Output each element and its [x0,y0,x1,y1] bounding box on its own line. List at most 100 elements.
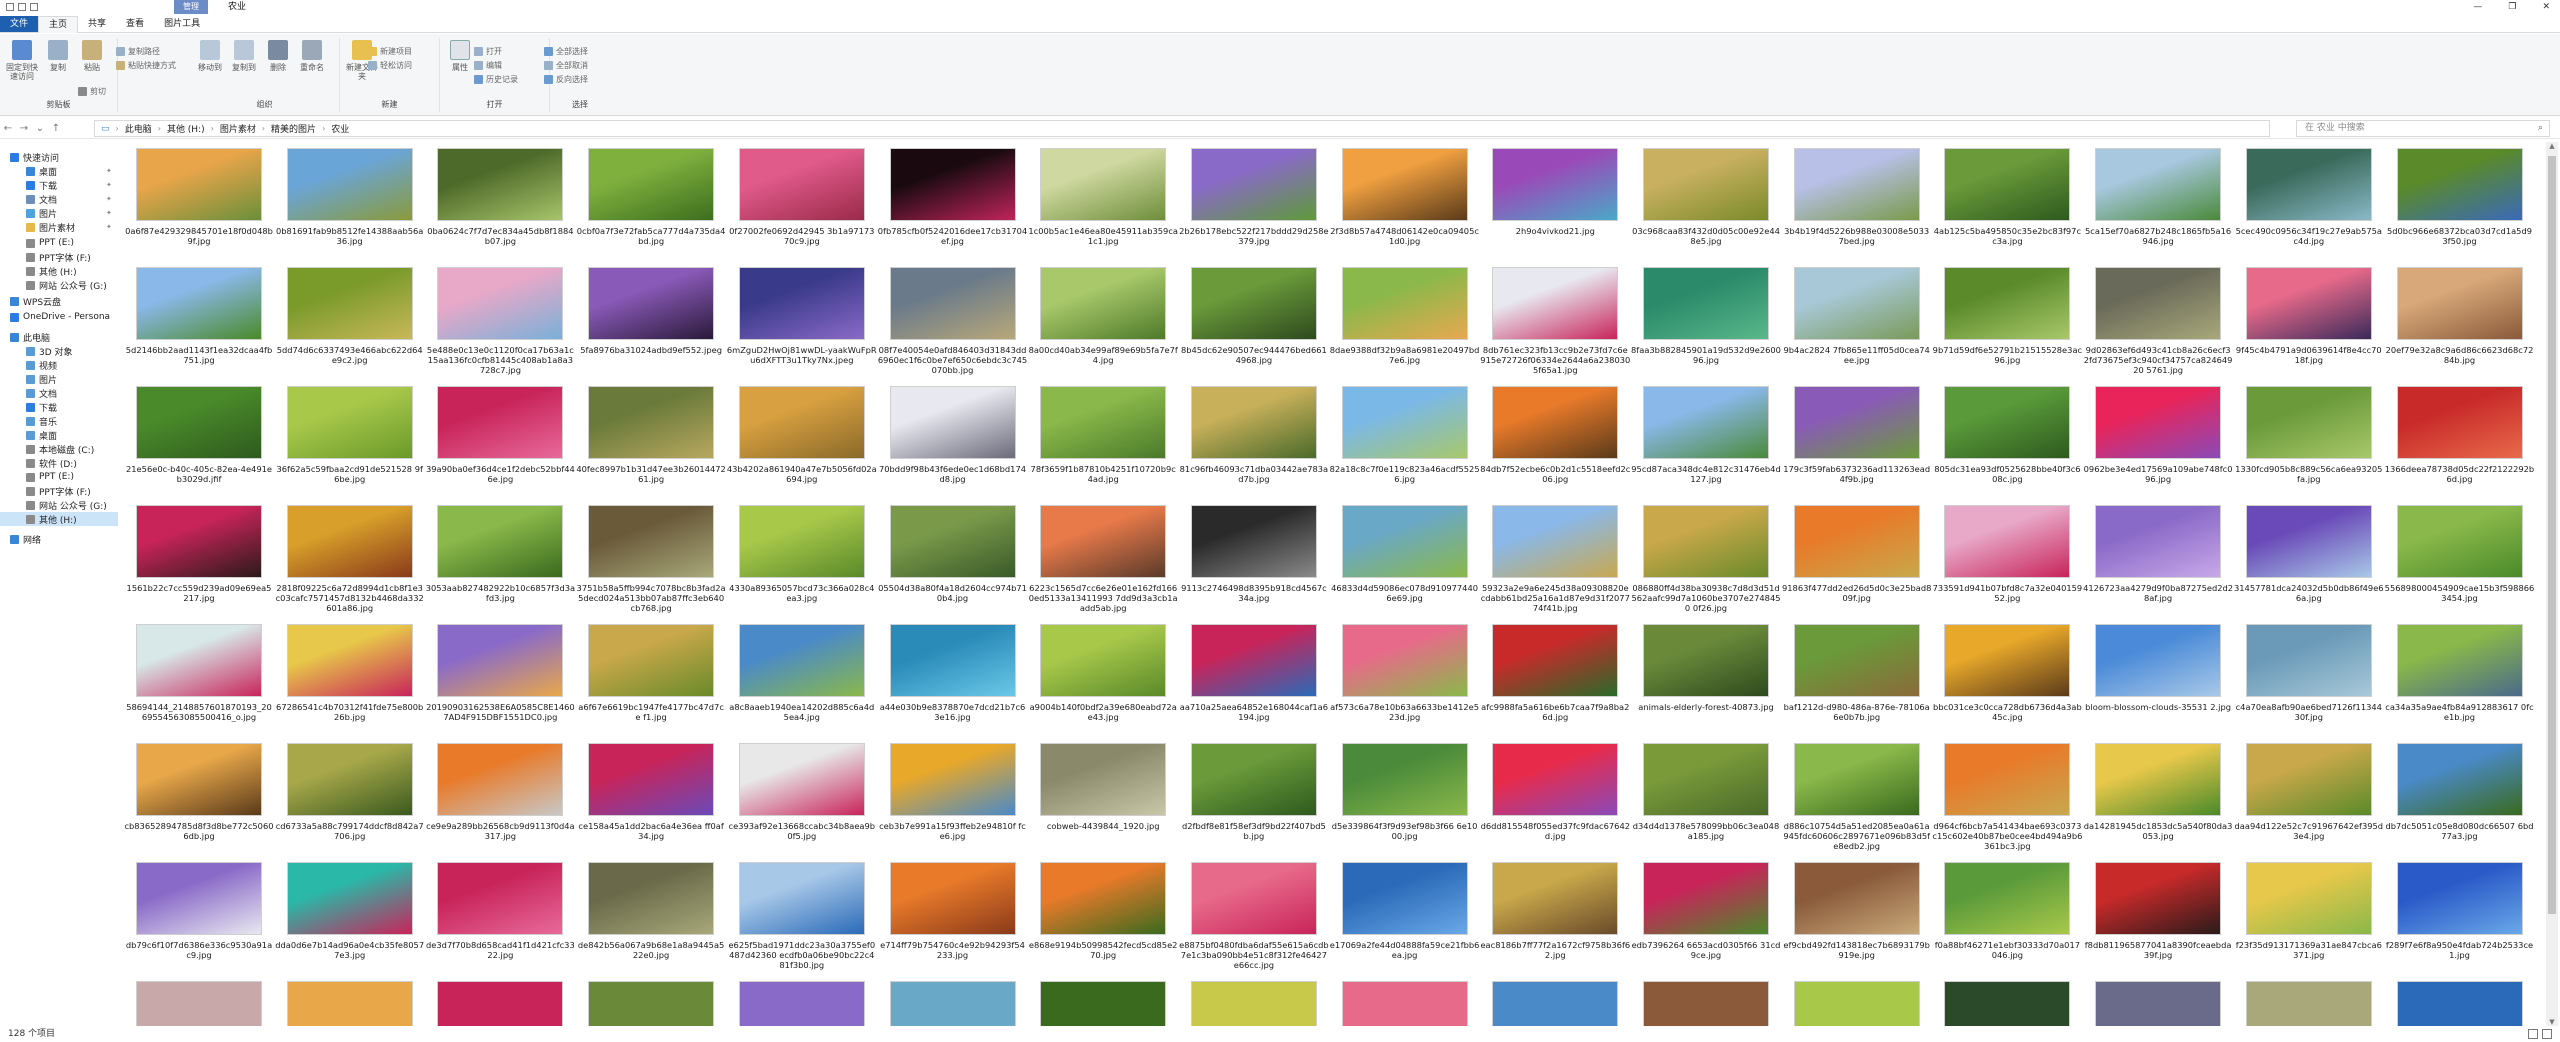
image-preview[interactable] [2245,624,2372,697]
image-preview[interactable] [136,148,262,221]
image-preview[interactable] [1643,505,1769,578]
image-preview[interactable] [889,505,1016,578]
image-preview[interactable] [1492,386,1619,459]
pin-icon[interactable]: ✦ [106,209,112,217]
image-preview[interactable] [1190,743,1317,816]
nav-item[interactable]: 视频 [0,358,57,372]
image-preview[interactable] [286,148,413,221]
image-preview[interactable] [136,743,262,816]
image-preview[interactable] [738,505,865,578]
image-preview[interactable] [2245,981,2372,1026]
image-preview[interactable] [1944,624,2071,697]
image-preview[interactable] [1040,862,1167,935]
image-preview[interactable] [2095,981,2222,1026]
search-icon[interactable]: ⌕ [2538,121,2543,136]
image-preview[interactable] [1643,267,1769,340]
image-preview[interactable] [738,862,865,935]
image-preview[interactable] [738,624,865,697]
select-none-button[interactable]: 全部取消 [544,60,588,71]
image-preview[interactable] [2245,386,2372,459]
image-preview[interactable] [136,505,262,578]
image-preview[interactable] [2095,505,2222,578]
image-preview[interactable] [437,981,564,1026]
image-preview[interactable] [1040,386,1167,459]
details-view-icon[interactable] [2528,1029,2538,1039]
image-preview[interactable] [1643,862,1769,935]
image-preview[interactable] [1492,505,1619,578]
image-preview[interactable] [588,624,715,697]
breadcrumb-item[interactable]: 图片素材 [220,122,256,135]
image-preview[interactable] [588,505,715,578]
nav-item[interactable]: 3D 对象 [0,344,73,358]
image-preview[interactable] [1793,624,1920,697]
easy-access-button[interactable]: 轻松访问 [368,60,412,71]
breadcrumb-item[interactable]: 精美的图片 [271,122,316,135]
image-preview[interactable] [588,862,715,935]
nav-item[interactable]: 文档 ✦ [0,192,112,206]
image-preview[interactable] [1944,267,2071,340]
nav-item[interactable]: 图片素材 ✦ [0,220,112,234]
image-preview[interactable] [1944,743,2071,816]
nav-item[interactable]: 桌面 ✦ [0,164,112,178]
image-preview[interactable] [1643,148,1769,221]
close-button[interactable]: ✕ [2542,0,2550,14]
image-preview[interactable] [1341,743,1468,816]
new-folder-icon[interactable] [18,3,26,11]
image-preview[interactable] [2396,148,2523,221]
image-preview[interactable] [437,743,564,816]
ribbon-tab[interactable]: 查看 [116,16,154,32]
image-preview[interactable] [1643,624,1769,697]
image-preview[interactable] [1190,267,1317,340]
nav-item[interactable]: 图片 [0,372,57,386]
copy-path-button[interactable]: 复制路径 [116,46,160,57]
image-preview[interactable] [738,386,865,459]
image-preview[interactable] [1040,148,1167,221]
nav-item[interactable]: 文档 [0,386,57,400]
copy-button[interactable]: 复制 [40,40,76,72]
image-preview[interactable] [1040,267,1167,340]
image-preview[interactable] [1793,148,1920,221]
image-preview[interactable] [588,386,715,459]
nav-item[interactable]: 图片 ✦ [0,206,112,220]
image-preview[interactable] [136,267,262,340]
image-preview[interactable] [2396,862,2523,935]
open-button[interactable]: 打开 [474,46,502,57]
ribbon-tab[interactable]: 共享 [78,16,116,32]
image-preview[interactable] [2245,862,2372,935]
maximize-button[interactable]: ❐ [2508,0,2516,14]
image-preview[interactable] [1492,267,1619,340]
image-preview[interactable] [2396,624,2523,697]
nav-item[interactable]: PPT字体 (F:) [0,250,91,264]
pin-quick-access-button[interactable]: 固定到快速访问 [4,40,40,81]
image-preview[interactable] [136,386,262,459]
scroll-up-icon[interactable]: ▲ [2546,142,2558,150]
image-preview[interactable] [588,743,715,816]
image-preview[interactable] [2095,267,2222,340]
breadcrumb-item[interactable]: 此电脑 [125,122,152,135]
image-preview[interactable] [286,862,413,935]
image-preview[interactable] [286,743,413,816]
nav-item[interactable]: 网站 公众号 (G:) [0,498,107,512]
ribbon-tab[interactable]: 主页 [38,15,79,33]
image-preview[interactable] [1492,862,1619,935]
large-icons-view-icon[interactable] [2542,1029,2552,1039]
nav-item[interactable]: PPT (E:) [0,236,74,250]
image-preview[interactable] [1190,981,1317,1026]
image-preview[interactable] [889,862,1016,935]
nav-item[interactable]: 网站 公众号 (G:) [0,278,107,292]
image-preview[interactable] [437,862,564,935]
forward-arrow-icon[interactable]: → [16,123,32,134]
pin-icon[interactable]: ✦ [106,223,112,231]
image-preview[interactable] [1793,743,1920,816]
breadcrumb[interactable]: ▭ › 此电脑 › 其他 (H:) › 图片素材 › 精美的图片 › 农业 [94,120,2270,137]
image-preview[interactable] [1793,386,1920,459]
rename-button[interactable]: 重命名 [294,40,330,72]
image-preview[interactable] [1492,981,1619,1026]
paste-shortcut-button[interactable]: 粘贴快捷方式 [116,60,176,71]
vertical-scrollbar[interactable]: ▲ ▼ [2546,142,2558,1026]
image-preview[interactable] [1793,267,1920,340]
image-preview[interactable] [2396,386,2523,459]
image-preview[interactable] [1341,505,1468,578]
image-preview[interactable] [1341,386,1468,459]
image-preview[interactable] [1040,505,1167,578]
